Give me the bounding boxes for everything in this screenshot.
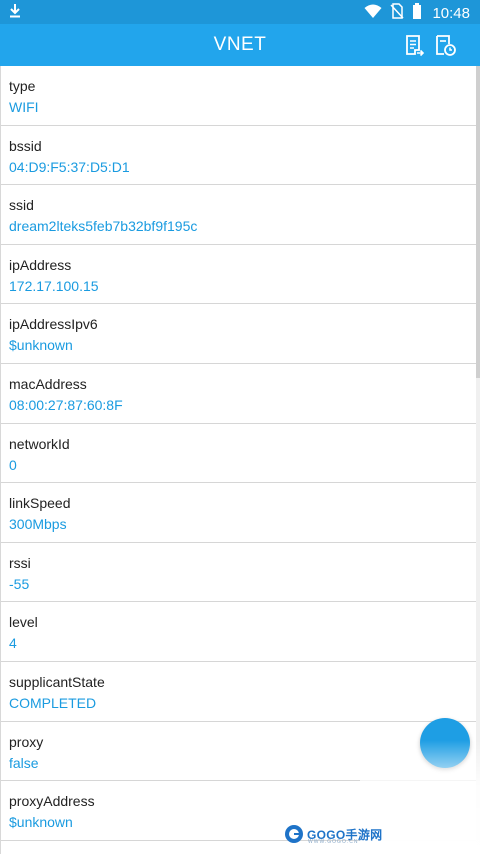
scrollbar-thumb[interactable] [476, 66, 480, 378]
watermark-subtext: WWW.GOGO.CN [308, 839, 359, 845]
item-value: WIFI [9, 99, 39, 115]
download-icon [8, 3, 22, 24]
item-key: proxyAddress [9, 793, 95, 810]
item-key: networkId [9, 435, 70, 452]
item-value: 08:00:27:87:60:8F [9, 396, 123, 413]
app-bar: VNET [0, 24, 480, 66]
item-value: -55 [9, 575, 30, 592]
item-key: level [9, 614, 38, 631]
list-item-rssi[interactable]: rssi -55 [1, 543, 477, 603]
watermark-logo: GOGO手游网 WWW.GOGO.CN [284, 822, 382, 846]
status-bar: 10:48 [0, 0, 480, 24]
list-item-proxy[interactable]: proxy false [1, 722, 477, 782]
battery-icon [412, 3, 422, 24]
list-item-proxy-address[interactable]: proxyAddress $unknown [1, 781, 477, 841]
list-item-mac-address[interactable]: macAddress 08:00:27:87:60:8F [1, 364, 477, 424]
no-sim-icon [390, 3, 405, 24]
item-value: 300Mbps [9, 516, 67, 533]
log-list-icon[interactable] [402, 32, 428, 58]
item-key: linkSpeed [9, 495, 71, 512]
item-value: dream2lteks5feb7b32bf9f195c [9, 218, 198, 235]
list-item-ip-address-ipv6[interactable]: ipAddressIpv6 $unknown [1, 304, 477, 364]
list-item-ip-address[interactable]: ipAddress 172.17.100.15 [1, 245, 477, 305]
list-item-supplicant-state[interactable]: supplicantState COMPLETED [1, 662, 477, 722]
item-key: macAddress [9, 375, 87, 392]
history-icon[interactable] [432, 32, 458, 58]
item-key: type [9, 78, 36, 94]
item-key: supplicantState [9, 673, 105, 690]
list-item-level[interactable]: level 4 [1, 602, 477, 662]
wifi-icon [364, 3, 382, 24]
list-item-network-id[interactable]: networkId 0 [1, 424, 477, 484]
list-item-type[interactable]: type WIFI [1, 66, 477, 126]
item-key: bssid [9, 137, 42, 154]
item-key: ipAddress [9, 256, 72, 273]
item-key: rssi [9, 554, 31, 571]
item-key: ssid [9, 197, 34, 214]
watermark-logo-icon [285, 825, 303, 843]
item-value: 172.17.100.15 [9, 277, 99, 294]
item-value: COMPLETED [9, 694, 97, 711]
item-key: ipAddressIpv6 [9, 316, 98, 333]
item-value: $unknown [9, 337, 73, 354]
item-value: $unknown [9, 814, 73, 831]
status-time: 10:48 [432, 4, 470, 22]
item-value: 04:D9:F5:37:D5:D1 [9, 158, 130, 175]
item-value: false [9, 754, 39, 771]
item-value: 0 [9, 456, 17, 473]
list-item-link-speed[interactable]: linkSpeed 300Mbps [1, 483, 477, 543]
list-item-bssid[interactable]: bssid 04:D9:F5:37:D5:D1 [1, 126, 477, 186]
item-key: proxy [9, 733, 44, 750]
list-item-ssid[interactable]: ssid dream2lteks5feb7b32bf9f195c [1, 185, 477, 245]
item-value: 4 [9, 635, 17, 652]
floating-action-button[interactable] [420, 718, 470, 768]
scrollbar[interactable] [476, 66, 480, 854]
network-info-list[interactable]: type WIFI bssid 04:D9:F5:37:D5:D1 ssid d… [0, 66, 477, 854]
